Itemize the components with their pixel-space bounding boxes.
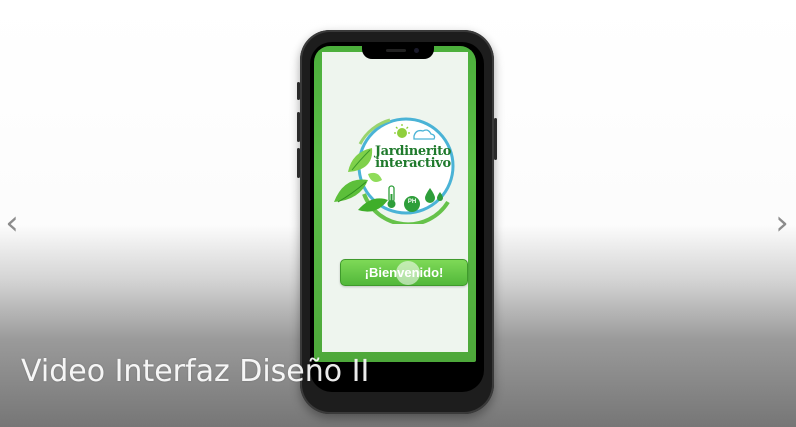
chevron-right-icon: › [775, 203, 789, 243]
phone-volume-down [297, 148, 300, 178]
ph-badge-label: PH [407, 199, 417, 205]
logo-title-line2: interactivo [375, 156, 451, 171]
carousel-prev-arrow[interactable]: ‹ [0, 206, 24, 240]
thermometer-icon [387, 185, 396, 208]
carousel-next-arrow[interactable]: › [770, 206, 794, 240]
jardinerito-logo: Jardinerito interactivo PH [330, 114, 464, 224]
phone-screen-frame: Jardinerito interactivo PH ¡Bienvenido! [310, 42, 484, 392]
front-camera-icon [414, 48, 419, 53]
logo-title: Jardinerito interactivo [366, 145, 460, 171]
chevron-left-icon: ‹ [5, 203, 19, 243]
phone-power-button [494, 118, 497, 160]
phone-mute-switch [297, 82, 300, 100]
phone-volume-up [297, 112, 300, 142]
video-carousel: ‹ › Jardinerito interactivo PH Video Int… [0, 0, 796, 427]
speaker-grille [386, 49, 406, 52]
phone-screen: Jardinerito interactivo PH ¡Bienvenido! [312, 44, 482, 390]
video-caption: Video Interfaz Diseño II [21, 354, 370, 389]
touch-indicator [396, 261, 420, 285]
phone-notch [362, 44, 434, 59]
